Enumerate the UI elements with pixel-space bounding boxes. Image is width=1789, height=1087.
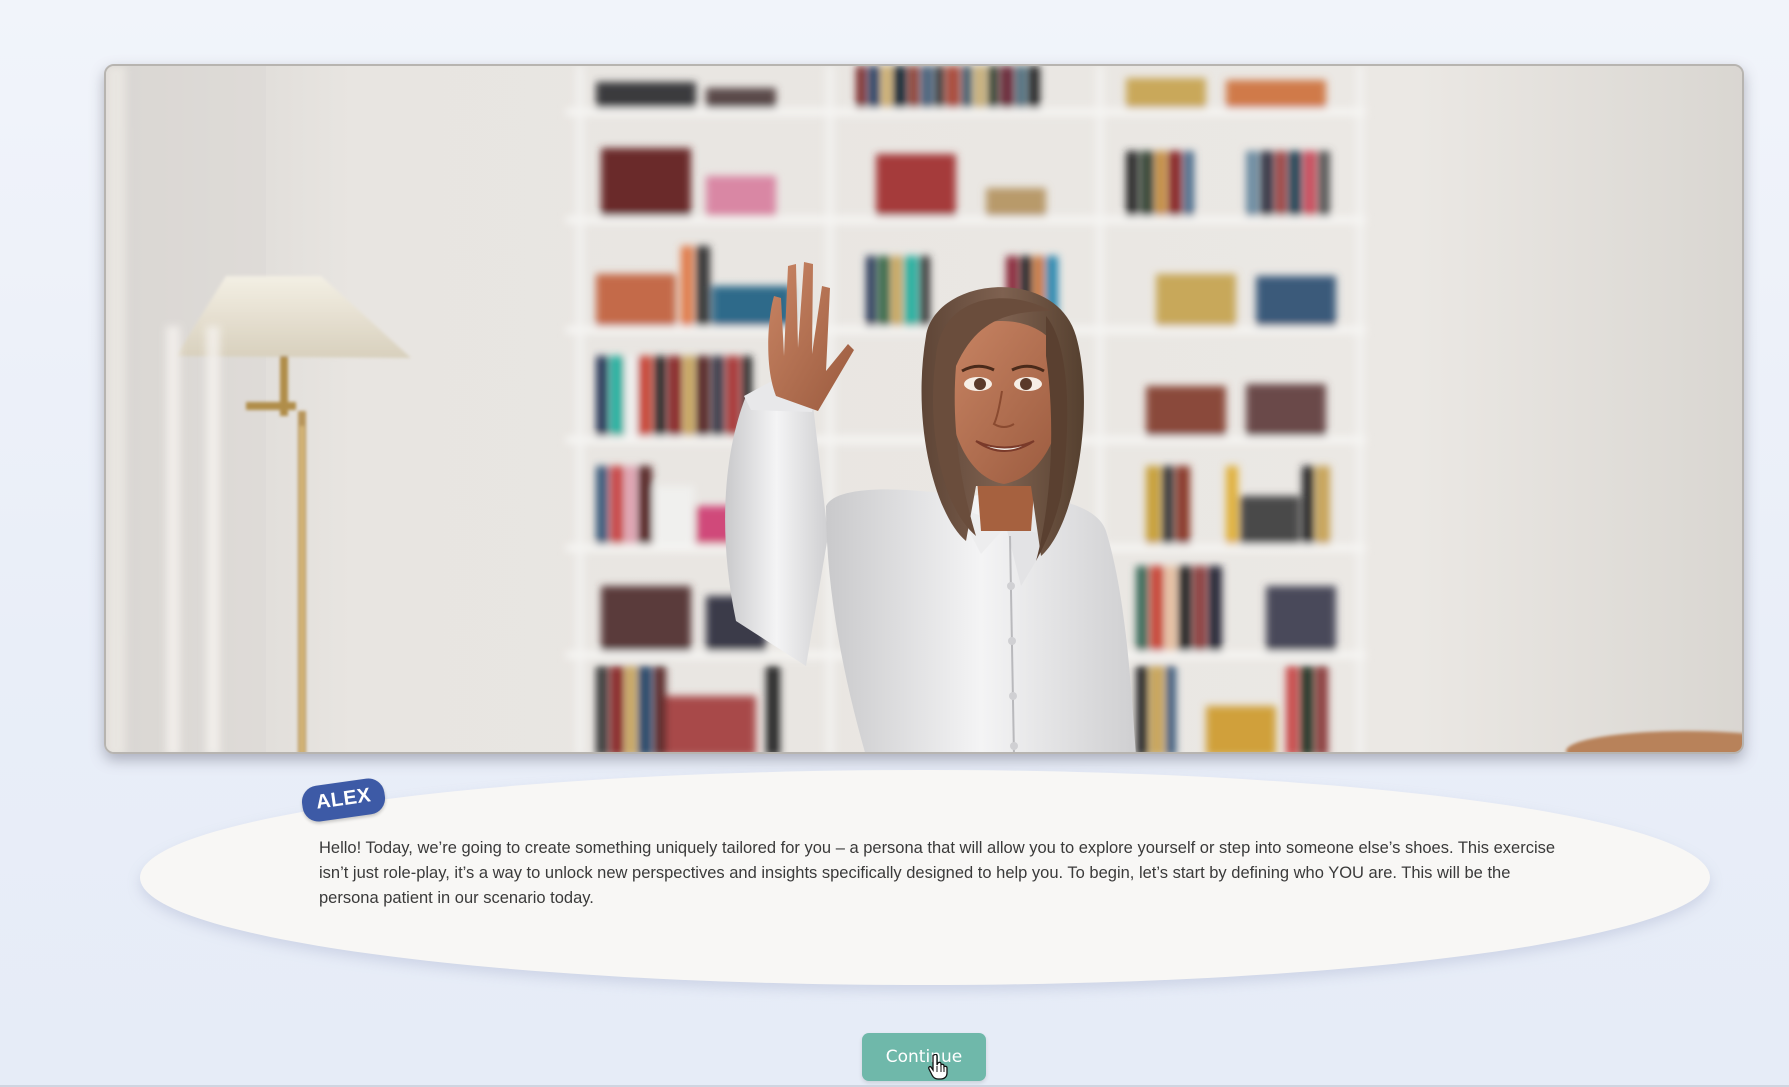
continue-button[interactable]: Continue — [862, 1033, 986, 1081]
avatar-scene — [104, 64, 1744, 754]
hand-pointer-icon — [928, 1054, 948, 1080]
dialog-text: Hello! Today, we’re going to create some… — [319, 839, 1556, 907]
library-background — [106, 66, 1742, 752]
dialog-bubble: ALEX Hello! Today, we’re going to create… — [140, 770, 1710, 990]
